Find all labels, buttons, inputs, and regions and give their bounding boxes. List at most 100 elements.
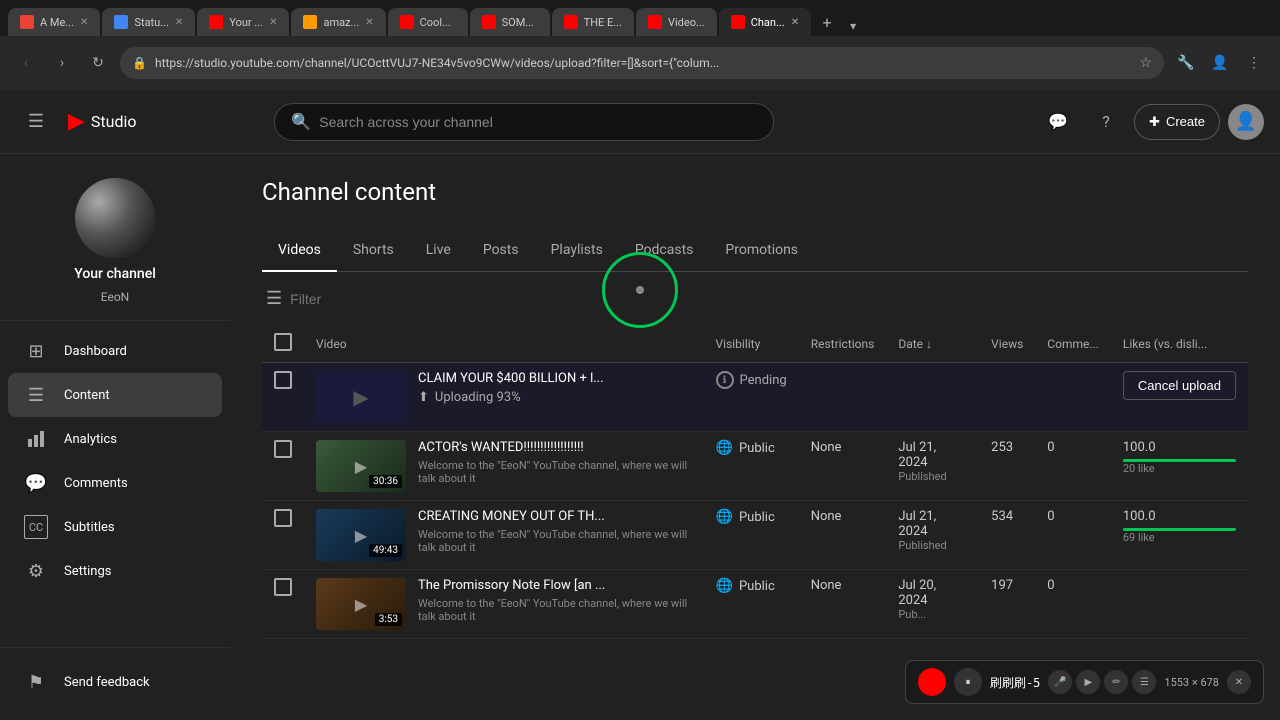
browser-tab-some[interactable]: SOM... [470, 8, 550, 36]
browser-tab-chan[interactable]: Chan... ✕ [719, 8, 811, 36]
sidebar-item-subtitles[interactable]: CC Subtitles [8, 505, 222, 549]
row-checkbox-promissory[interactable] [274, 578, 292, 596]
sidebar-item-dashboard[interactable]: ⊞ Dashboard [8, 329, 222, 373]
reload-button[interactable]: ↻ [84, 49, 112, 77]
forward-button[interactable]: › [48, 49, 76, 77]
table-header: Video Visibility Restrictions Date ↓ Vie… [262, 325, 1248, 363]
tab-podcasts[interactable]: Podcasts [619, 230, 710, 272]
row-checkbox-actors[interactable] [274, 440, 292, 458]
main-content: Channel content Videos Shorts Live Posts… [230, 154, 1280, 720]
tab-posts[interactable]: Posts [467, 230, 535, 272]
globe-icon-actors: 🌐 [716, 440, 733, 456]
video-title-promissory: The Promissory Note Flow [an ... [418, 578, 692, 593]
tab-close-yt1[interactable]: ✕ [269, 17, 277, 28]
visibility-text-actors: Public [739, 441, 775, 456]
tab-favicon-gmail [20, 15, 34, 29]
record-pause-button[interactable]: ⏸ [954, 668, 982, 696]
th-video: Video [304, 325, 704, 363]
browser-tab-video[interactable]: Video... [636, 8, 717, 36]
tab-videos[interactable]: Videos [262, 230, 337, 272]
topbar: ☰ ▶ Studio 🔍 💬 ? ✚ Create 👤 [0, 90, 1280, 154]
td-restrictions-promissory: None [799, 570, 887, 639]
tab-favicon-video [648, 15, 662, 29]
table-row-actors: ▶ 30:36 ACTOR's WANTED!!!!!!!!!!!!!!!!!!… [262, 432, 1248, 501]
video-thumb-promissory[interactable]: ▶ 3:53 [316, 578, 406, 630]
channel-avatar-image [75, 178, 155, 258]
video-title-actors: ACTOR's WANTED!!!!!!!!!!!!!!!!!! [418, 440, 692, 455]
channel-avatar[interactable] [75, 178, 155, 258]
content-table: Video Visibility Restrictions Date ↓ Vie… [262, 325, 1248, 639]
row-checkbox-upload[interactable] [274, 371, 292, 389]
rec-ctrl-1[interactable]: 🎤 [1048, 670, 1072, 694]
tab-close-chan[interactable]: ✕ [791, 17, 799, 28]
tab-close-gmail[interactable]: ✕ [80, 17, 88, 28]
sidebar-item-analytics[interactable]: Analytics [8, 417, 222, 461]
sidebar-item-content[interactable]: ☰ Content [8, 373, 222, 417]
send-feedback-button[interactable]: ⚑ Send feedback [8, 660, 222, 704]
more-button[interactable]: ⋮ [1240, 49, 1268, 77]
video-thumb-actors[interactable]: ▶ 30:36 [316, 440, 406, 492]
tab-close-status[interactable]: ✕ [175, 17, 183, 28]
rec-ctrl-3[interactable]: ✏ [1104, 670, 1128, 694]
record-stop-button[interactable] [918, 668, 946, 696]
extensions-button[interactable]: 🔧 [1172, 49, 1200, 77]
video-desc-actors: Welcome to the "EeoN" YouTube channel, w… [418, 459, 692, 485]
sidebar-item-settings[interactable]: ⚙ Settings [8, 549, 222, 593]
select-all-checkbox[interactable] [274, 333, 292, 351]
menu-toggle-button[interactable]: ☰ [16, 102, 56, 142]
tab-promotions[interactable]: Promotions [709, 230, 814, 272]
browser-tab-gmail[interactable]: A Me... ✕ [8, 8, 100, 36]
youtube-icon: ▶ [68, 109, 85, 134]
tab-live[interactable]: Live [410, 230, 467, 272]
globe-icon-promissory: 🌐 [716, 578, 733, 594]
body-layout: Your channel EeoN ⊞ Dashboard ☰ Content [0, 154, 1280, 720]
video-duration-promissory: 3:53 [375, 613, 402, 626]
browser-tab-cool[interactable]: Cool... [388, 8, 468, 36]
table-row-promissory: ▶ 3:53 The Promissory Note Flow [an ... … [262, 570, 1248, 639]
rec-ctrl-2[interactable]: ▶ [1076, 670, 1100, 694]
rec-ctrl-4[interactable]: ☰ [1132, 670, 1156, 694]
sidebar-item-label-analytics: Analytics [64, 432, 117, 447]
sidebar-item-comments[interactable]: 💬 Comments [8, 461, 222, 505]
recording-resolution: 1553 × 678 [1164, 676, 1219, 689]
user-avatar[interactable]: 👤 [1228, 104, 1264, 140]
filter-input[interactable] [290, 291, 1244, 307]
create-button[interactable]: ✚ Create [1134, 104, 1220, 140]
search-input-wrap[interactable]: 🔍 [274, 103, 774, 141]
back-button[interactable]: ‹ [12, 49, 40, 77]
th-checkbox [262, 325, 304, 363]
profile-button[interactable]: 👤 [1206, 49, 1234, 77]
channel-name: Your channel [74, 266, 156, 282]
tab-close-amazon[interactable]: ✕ [365, 17, 373, 28]
browser-tab-thee[interactable]: THE E... [552, 8, 634, 36]
cancel-upload-button[interactable]: Cancel upload [1123, 371, 1236, 400]
table-row-money: ▶ 49:43 CREATING MONEY OUT OF TH... Welc… [262, 501, 1248, 570]
tab-playlists[interactable]: Playlists [535, 230, 619, 272]
help-button[interactable]: ? [1086, 102, 1126, 142]
visibility-cell-promissory: 🌐 Public [716, 578, 787, 594]
td-checkbox-promissory [262, 570, 304, 639]
video-thumb-money[interactable]: ▶ 49:43 [316, 509, 406, 561]
tab-favicon-cool [400, 15, 414, 29]
td-views-actors: 253 [979, 432, 1035, 501]
tab-overflow-button[interactable]: ▾ [843, 16, 863, 36]
bookmark-icon[interactable]: ☆ [1139, 55, 1152, 71]
video-desc-promissory: Welcome to the "EeoN" YouTube channel, w… [418, 597, 692, 623]
feedback-icon-button[interactable]: 💬 [1038, 102, 1078, 142]
tab-shorts[interactable]: Shorts [337, 230, 410, 272]
td-date-actors: Jul 21, 2024 Published [886, 432, 979, 501]
sidebar-item-label-comments: Comments [64, 476, 128, 491]
new-tab-button[interactable]: + [813, 8, 841, 36]
search-input[interactable] [319, 114, 757, 130]
browser-tab-status[interactable]: Statu... ✕ [102, 8, 195, 36]
table-body: ▶ CLAIM YOUR $400 BILLION + l... ⬆ Uploa… [262, 363, 1248, 639]
browser-tab-amazon[interactable]: amaz... ✕ [291, 8, 385, 36]
browser-tab-yt1[interactable]: Your ... ✕ [197, 8, 289, 36]
row-checkbox-money[interactable] [274, 509, 292, 527]
video-info-money: CREATING MONEY OUT OF TH... Welcome to t… [418, 509, 692, 554]
address-bar[interactable]: 🔒 https://studio.youtube.com/channel/UCO… [120, 47, 1164, 79]
date-status-actors: Published [898, 470, 967, 483]
video-info-actors: ACTOR's WANTED!!!!!!!!!!!!!!!!!! Welcome… [418, 440, 692, 485]
rec-close-button[interactable]: ✕ [1227, 670, 1251, 694]
table-row-upload: ▶ CLAIM YOUR $400 BILLION + l... ⬆ Uploa… [262, 363, 1248, 432]
